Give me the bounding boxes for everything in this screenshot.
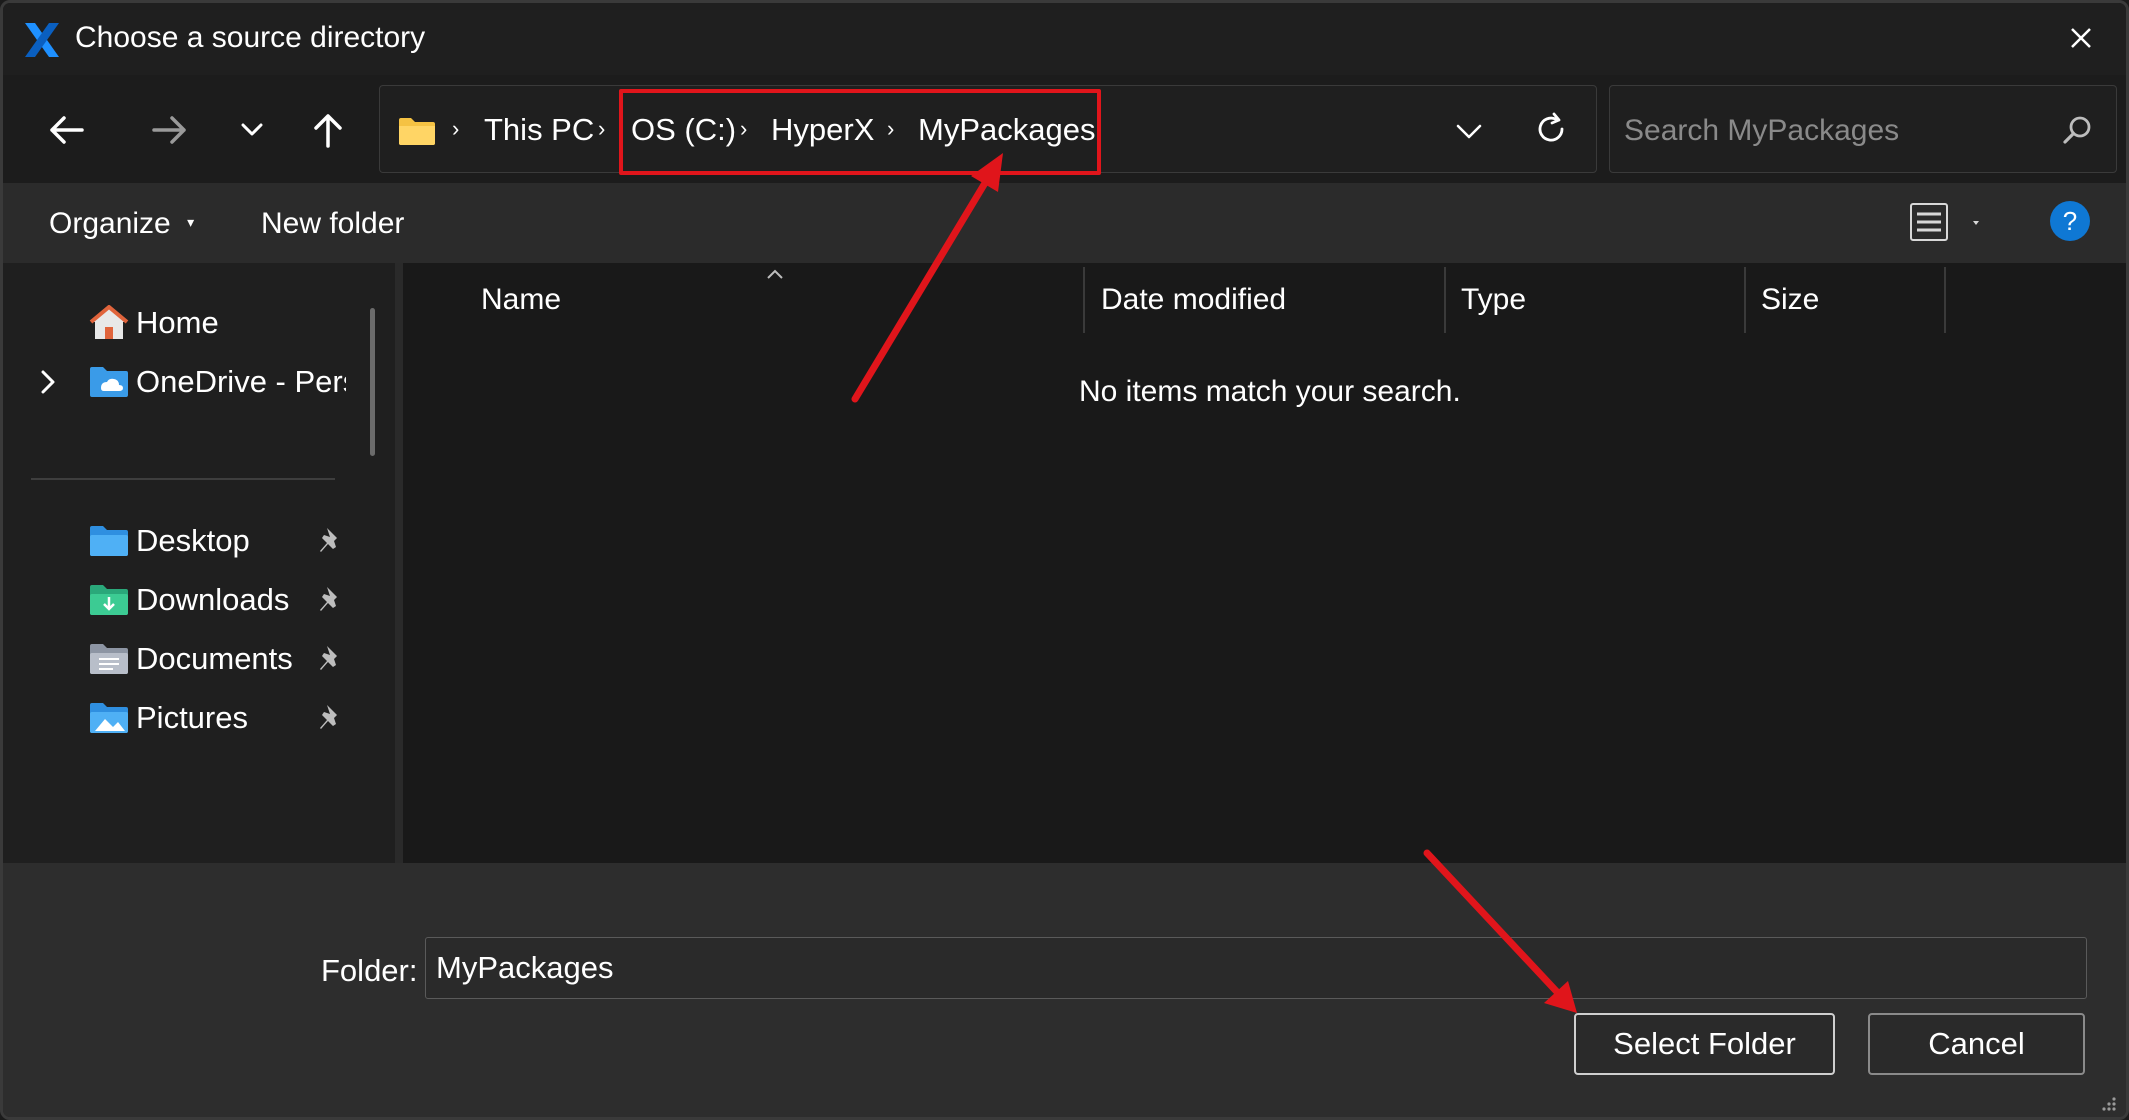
arrow-up-icon [314, 114, 342, 148]
command-bar: Organize ▾ New folder ? [3, 183, 2126, 263]
pin-icon [320, 587, 337, 611]
navigation-pane: Home OneDrive - Persc Desktop [3, 263, 395, 863]
organize-menu[interactable]: Organize ▾ [49, 207, 194, 241]
arrow-right-icon [152, 116, 186, 144]
view-options-button[interactable] [1909, 201, 1989, 245]
column-divider[interactable] [1944, 267, 1946, 333]
sidebar-scrollbar[interactable] [370, 308, 375, 456]
sidebar-label-onedrive: OneDrive - Persc [136, 364, 346, 399]
resize-grip-icon[interactable] [2098, 1095, 2118, 1115]
refresh-icon[interactable] [1532, 110, 1570, 148]
column-header-size[interactable]: Size [1761, 283, 1819, 317]
pin-icon [320, 528, 337, 552]
close-icon[interactable] [2064, 21, 2098, 55]
home-icon [89, 305, 129, 339]
documents-folder-icon [90, 644, 128, 674]
column-header-name[interactable]: Name [481, 283, 561, 317]
search-box[interactable]: Search MyPackages [1609, 85, 2117, 173]
pane-splitter[interactable] [395, 263, 403, 863]
sidebar-divider [31, 478, 335, 480]
organize-label: Organize [49, 207, 171, 240]
search-icon[interactable] [2060, 114, 2094, 148]
details-view-icon [1910, 203, 1979, 241]
sidebar-item-downloads[interactable]: Downloads [3, 570, 363, 630]
file-list: Name Date modified Type Size No items ma… [403, 263, 2126, 863]
column-divider[interactable] [1083, 267, 1085, 333]
recent-locations-button[interactable] [227, 105, 277, 155]
sidebar-label-pictures: Pictures [136, 700, 248, 735]
sidebar-item-documents[interactable]: Documents [3, 629, 363, 689]
sidebar-label-home: Home [136, 305, 219, 340]
sidebar-label-desktop: Desktop [136, 523, 250, 558]
title-bar: Choose a source directory [3, 3, 2126, 75]
breadcrumb-separator-icon: › [452, 116, 460, 141]
onedrive-folder-icon [90, 367, 128, 397]
up-button[interactable] [303, 105, 353, 155]
column-divider[interactable] [1444, 267, 1446, 333]
breadcrumb-separator-icon: › [598, 116, 606, 141]
cancel-button[interactable]: Cancel [1868, 1013, 2085, 1075]
breadcrumb-this-pc[interactable]: This PC [484, 112, 594, 148]
address-history-chevron-icon[interactable] [1452, 114, 1486, 148]
folder-name-input[interactable] [425, 937, 2087, 999]
column-header-type[interactable]: Type [1461, 283, 1526, 317]
sidebar-item-pictures[interactable]: Pictures [3, 688, 363, 748]
caret-down-icon: ▾ [187, 214, 195, 230]
back-button[interactable] [41, 105, 91, 155]
arrow-left-icon [50, 116, 84, 144]
desktop-folder-icon [90, 526, 128, 556]
column-header-date-modified[interactable]: Date modified [1101, 283, 1286, 317]
empty-state-message: No items match your search. [1079, 375, 1461, 408]
pictures-folder-icon [90, 703, 128, 733]
folder-label: Folder: [321, 953, 418, 988]
downloads-folder-icon [90, 585, 128, 615]
chevron-down-icon [241, 123, 263, 136]
sidebar-item-home[interactable]: Home [3, 293, 363, 353]
new-folder-button[interactable]: New folder [261, 207, 404, 241]
dialog-footer: Folder: Select Folder Cancel [3, 863, 2126, 1117]
sort-ascending-icon [767, 269, 783, 279]
app-logo-icon [25, 23, 59, 57]
search-placeholder: Search MyPackages [1624, 114, 1900, 147]
window-title: Choose a source directory [75, 21, 426, 54]
column-divider[interactable] [1744, 267, 1746, 333]
dialog-window: Choose a source directory › This PC › OS… [0, 0, 2129, 1120]
chevron-right-icon[interactable] [37, 366, 59, 398]
address-highlight-box [619, 89, 1101, 175]
select-folder-button[interactable]: Select Folder [1574, 1013, 1835, 1075]
forward-button[interactable] [145, 105, 195, 155]
sidebar-item-desktop[interactable]: Desktop [3, 511, 363, 571]
sidebar-label-downloads: Downloads [136, 582, 290, 617]
pin-icon [320, 705, 337, 729]
folder-icon [399, 118, 435, 145]
sidebar-item-onedrive[interactable]: OneDrive - Persc [3, 352, 363, 412]
pin-icon [320, 646, 337, 670]
help-button[interactable]: ? [2050, 201, 2090, 241]
sidebar-label-documents: Documents [136, 641, 293, 676]
